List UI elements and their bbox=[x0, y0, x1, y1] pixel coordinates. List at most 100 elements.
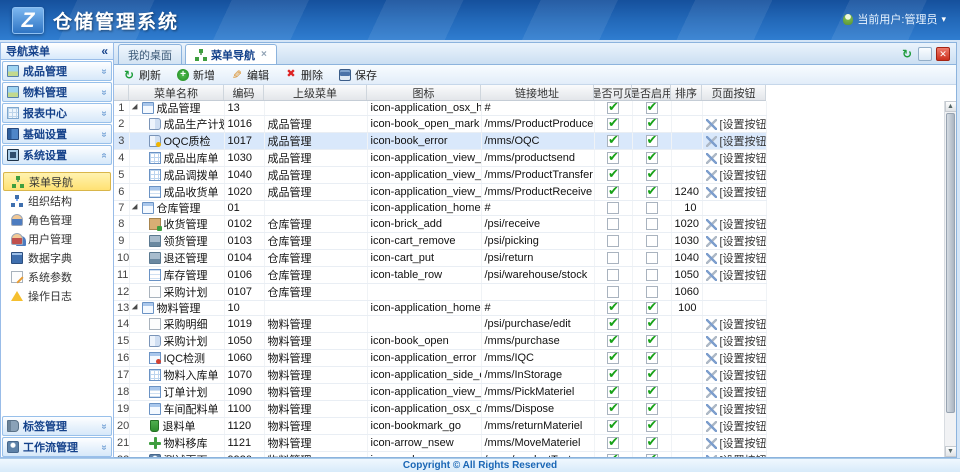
enabled-checkbox[interactable] bbox=[646, 386, 658, 398]
table-row[interactable]: 13物料管理10icon-application_home#100 bbox=[114, 301, 766, 316]
table-row[interactable]: 5成品调拨单1040成品管理icon-application_view_icon… bbox=[114, 167, 766, 184]
table-row[interactable]: 9领货管理0103仓库管理icon-cart_remove/psi/pickin… bbox=[114, 233, 766, 250]
settings-button[interactable]: [设置按钮] bbox=[706, 216, 763, 232]
settings-button[interactable]: [设置按钮] bbox=[706, 150, 763, 166]
table-row[interactable]: 19车间配料单1100物料管理icon-application_osx_casc… bbox=[114, 401, 766, 418]
sidebar-item-product-mgmt[interactable]: 成品管理» bbox=[2, 61, 112, 81]
sidebar-subitem-data-dict[interactable]: 数据字典 bbox=[1, 248, 113, 267]
sidebar-subitem-user-mgmt[interactable]: 用户管理 bbox=[1, 229, 113, 248]
enabled-checkbox[interactable] bbox=[646, 252, 658, 264]
visible-checkbox[interactable] bbox=[607, 318, 619, 330]
sidebar-item-system-settings[interactable]: 系统设置» bbox=[2, 145, 112, 165]
table-row[interactable]: 17物料入库单1070物料管理icon-application_side_exp… bbox=[114, 367, 766, 384]
settings-button[interactable]: [设置按钮] bbox=[706, 435, 763, 451]
table-row[interactable]: 6成品收货单1020成品管理icon-application_view_list… bbox=[114, 184, 766, 201]
scrollbar-thumb[interactable] bbox=[946, 113, 955, 413]
settings-button[interactable]: [设置按钮] bbox=[706, 401, 763, 417]
sidebar-subitem-op-log[interactable]: 操作日志 bbox=[1, 286, 113, 305]
tree-expander-icon[interactable] bbox=[131, 104, 139, 112]
visible-checkbox[interactable] bbox=[607, 286, 619, 298]
scroll-down-icon[interactable]: ▼ bbox=[945, 446, 957, 457]
add-button[interactable]: + 新增 bbox=[177, 67, 215, 83]
sidebar-subitem-system-params[interactable]: 系统参数 bbox=[1, 267, 113, 286]
table-row[interactable]: 12采购计划0107仓库管理1060 bbox=[114, 284, 766, 301]
visible-checkbox[interactable] bbox=[607, 386, 619, 398]
enabled-checkbox[interactable] bbox=[646, 135, 658, 147]
visible-checkbox[interactable] bbox=[607, 269, 619, 281]
table-row[interactable]: 14采购明细1019物料管理/psi/purchase/edit[设置按钮] bbox=[114, 316, 766, 333]
enabled-checkbox[interactable] bbox=[646, 286, 658, 298]
sidebar-item-label-mgmt[interactable]: 标签管理» bbox=[2, 416, 112, 436]
enabled-checkbox[interactable] bbox=[646, 454, 658, 457]
enabled-checkbox[interactable] bbox=[646, 235, 658, 247]
settings-button[interactable]: [设置按钮] bbox=[706, 384, 763, 400]
column-header[interactable]: 上级菜单 bbox=[264, 85, 367, 100]
scroll-up-icon[interactable]: ▲ bbox=[945, 101, 957, 112]
enabled-checkbox[interactable] bbox=[646, 202, 658, 214]
enabled-checkbox[interactable] bbox=[646, 403, 658, 415]
column-header[interactable]: 编码 bbox=[224, 85, 264, 100]
column-header[interactable]: 页面按钮 bbox=[702, 85, 766, 100]
delete-button[interactable]: ✖ 删除 bbox=[285, 67, 323, 83]
refresh-button[interactable]: ↻ 刷新 bbox=[123, 67, 161, 83]
visible-checkbox[interactable] bbox=[607, 218, 619, 230]
visible-checkbox[interactable] bbox=[607, 202, 619, 214]
save-button[interactable]: 保存 bbox=[339, 67, 377, 83]
table-row[interactable]: 7仓库管理01icon-application_home#10 bbox=[114, 201, 766, 216]
settings-button[interactable]: [设置按钮] bbox=[706, 452, 763, 457]
enabled-checkbox[interactable] bbox=[646, 118, 658, 130]
settings-button[interactable]: [设置按钮] bbox=[706, 333, 763, 349]
settings-button[interactable]: [设置按钮] bbox=[706, 184, 763, 200]
settings-button[interactable]: [设置按钮] bbox=[706, 167, 763, 183]
table-row[interactable]: 21物料移库1121物料管理icon-arrow_nsew/mms/MoveMa… bbox=[114, 435, 766, 452]
visible-checkbox[interactable] bbox=[607, 235, 619, 247]
visible-checkbox[interactable] bbox=[607, 302, 619, 314]
current-user-menu[interactable]: 当前用户:管理员 ▾ bbox=[843, 11, 946, 27]
column-header[interactable]: 菜单名称 bbox=[129, 85, 224, 100]
column-header[interactable]: 是否启用 bbox=[632, 85, 671, 100]
column-header[interactable]: 图标 bbox=[367, 85, 481, 100]
settings-button[interactable]: [设置按钮] bbox=[706, 350, 763, 366]
sidebar-item-workflow-mgmt[interactable]: 工作流管理» bbox=[2, 437, 112, 457]
tree-expander-icon[interactable] bbox=[131, 204, 139, 212]
sidebar-collapse-icon[interactable]: « bbox=[101, 44, 108, 58]
tab-close-icon[interactable]: × bbox=[261, 49, 267, 60]
settings-button[interactable]: [设置按钮] bbox=[706, 133, 763, 149]
tab-menu-navigation[interactable]: 菜单导航 × bbox=[185, 44, 277, 64]
refresh-tab-icon[interactable]: ↻ bbox=[900, 47, 914, 61]
edit-button[interactable]: ✎ 编辑 bbox=[231, 67, 269, 83]
vertical-scrollbar[interactable]: ▲ ▼ bbox=[944, 101, 956, 457]
scrollbar-track[interactable] bbox=[945, 112, 957, 446]
visible-checkbox[interactable] bbox=[607, 420, 619, 432]
sidebar-item-report-center[interactable]: 报表中心» bbox=[2, 103, 112, 123]
settings-button[interactable]: [设置按钮] bbox=[706, 116, 763, 132]
enabled-checkbox[interactable] bbox=[646, 269, 658, 281]
enabled-checkbox[interactable] bbox=[646, 335, 658, 347]
enabled-checkbox[interactable] bbox=[646, 302, 658, 314]
visible-checkbox[interactable] bbox=[607, 403, 619, 415]
enabled-checkbox[interactable] bbox=[646, 369, 658, 381]
table-row[interactable]: 18订单计划1090物料管理icon-application_view_deta… bbox=[114, 384, 766, 401]
maximize-icon[interactable] bbox=[918, 47, 932, 61]
visible-checkbox[interactable] bbox=[607, 135, 619, 147]
table-row[interactable]: 10退还管理0104仓库管理icon-cart_put/psi/return10… bbox=[114, 250, 766, 267]
settings-button[interactable]: [设置按钮] bbox=[706, 367, 763, 383]
visible-checkbox[interactable] bbox=[607, 118, 619, 130]
table-row[interactable]: 20退料单1120物料管理icon-bookmark_go/mms/return… bbox=[114, 418, 766, 435]
settings-button[interactable]: [设置按钮] bbox=[706, 418, 763, 434]
table-row[interactable]: 2成品生产计划1016成品管理icon-book_open_mark/mms/P… bbox=[114, 116, 766, 133]
visible-checkbox[interactable] bbox=[607, 152, 619, 164]
table-row[interactable]: 8收货管理0102仓库管理icon-brick_add/psi/receive1… bbox=[114, 216, 766, 233]
sidebar-subitem-role-mgmt[interactable]: 角色管理 bbox=[1, 210, 113, 229]
sidebar-item-material-mgmt[interactable]: 物料管理» bbox=[2, 82, 112, 102]
visible-checkbox[interactable] bbox=[607, 169, 619, 181]
table-row[interactable]: 15采购计划1050物料管理icon-book_open/mms/purchas… bbox=[114, 333, 766, 350]
visible-checkbox[interactable] bbox=[607, 252, 619, 264]
table-row[interactable]: 3OQC质检1017成品管理icon-book_error/mms/OQC[设置… bbox=[114, 133, 766, 150]
visible-checkbox[interactable] bbox=[607, 352, 619, 364]
enabled-checkbox[interactable] bbox=[646, 352, 658, 364]
table-row[interactable]: 4成品出库单1030成品管理icon-application_view_tile… bbox=[114, 150, 766, 167]
visible-checkbox[interactable] bbox=[607, 454, 619, 457]
visible-checkbox[interactable] bbox=[607, 186, 619, 198]
settings-button[interactable]: [设置按钮] bbox=[706, 267, 763, 283]
